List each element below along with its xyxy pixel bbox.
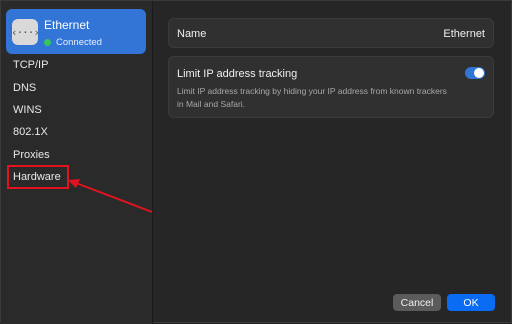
network-settings-window: ‹···› Ethernet Connected TCP/IP DNS WINS… [0, 0, 512, 324]
connected-status-dot-icon [44, 39, 51, 46]
limit-ip-toggle[interactable] [465, 67, 485, 79]
service-name: Ethernet [44, 18, 90, 32]
sidebar-item-8021x[interactable]: 802.1X [13, 126, 48, 138]
service-ethernet[interactable]: ‹···› Ethernet Connected [6, 9, 146, 54]
limit-ip-description: Limit IP address tracking by hiding your… [177, 86, 447, 109]
name-value: Ethernet [443, 28, 485, 40]
name-label: Name [177, 28, 207, 40]
sidebar-item-tcpip[interactable]: TCP/IP [13, 59, 48, 71]
cancel-button[interactable]: Cancel [393, 294, 441, 311]
limit-ip-tracking-row: Limit IP address tracking Limit IP addre… [168, 56, 494, 118]
sidebar-item-proxies[interactable]: Proxies [13, 149, 50, 161]
service-status-label: Connected [56, 37, 102, 48]
service-status: Connected [44, 37, 102, 48]
sidebar-item-wins[interactable]: WINS [13, 104, 42, 116]
limit-ip-title: Limit IP address tracking [177, 68, 298, 80]
sidebar-item-dns[interactable]: DNS [13, 82, 36, 94]
ok-button[interactable]: OK [447, 294, 495, 311]
sidebar: ‹···› Ethernet Connected TCP/IP DNS WINS… [1, 1, 153, 324]
toggle-knob [474, 68, 484, 78]
ethernet-arrows-icon: ‹···› [11, 19, 40, 45]
hardware-highlight-box [7, 165, 69, 189]
name-row: Name Ethernet [168, 18, 494, 48]
